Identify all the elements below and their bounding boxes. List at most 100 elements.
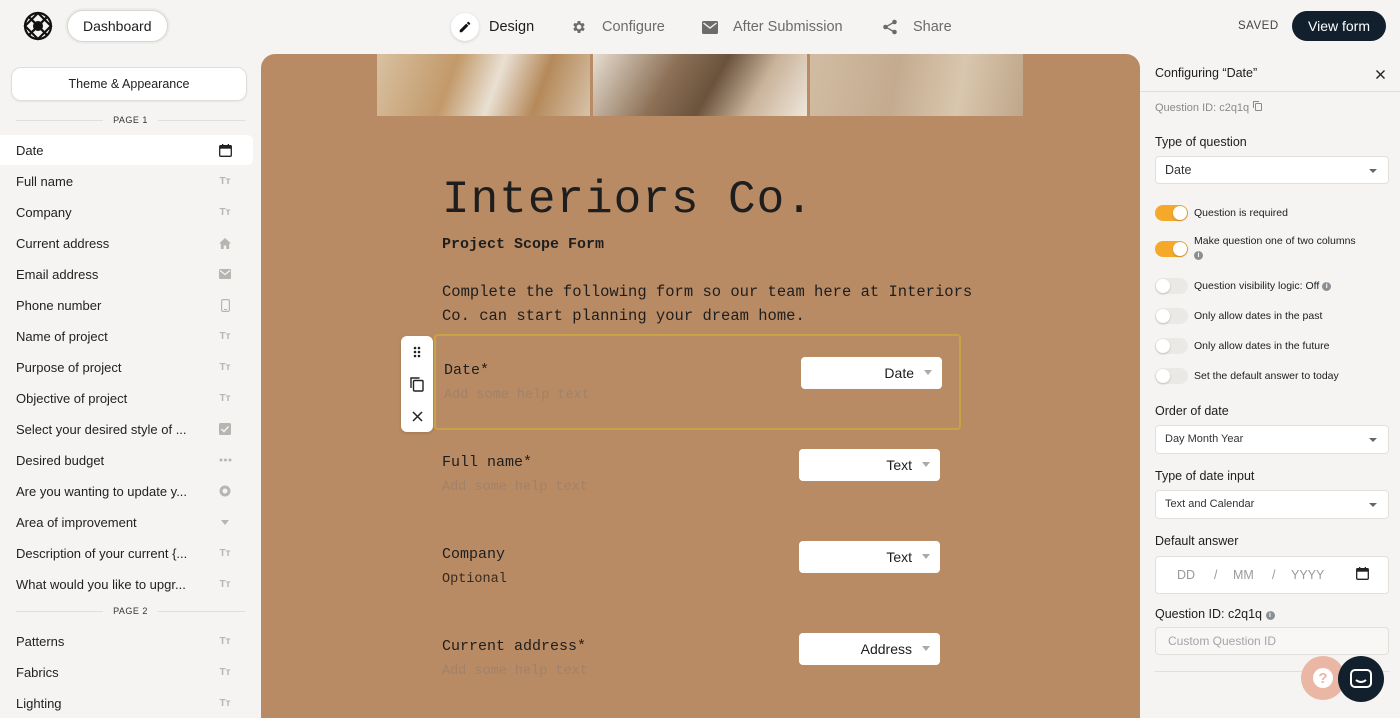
date-input-type-select[interactable]: Text and Calendar <box>1155 490 1389 519</box>
toggle-two-columns[interactable]: Make question one of two columns i <box>1155 234 1384 262</box>
order-of-date-select[interactable]: Day Month Year <box>1155 425 1389 454</box>
toggle-future-dates[interactable]: Only allow dates in the future <box>1155 338 1384 354</box>
month-field[interactable]: MM <box>1233 568 1254 582</box>
form-subtitle[interactable]: Project Scope Form <box>442 236 604 253</box>
question-toolbox <box>401 336 433 432</box>
sidebar-item-objective-of-project[interactable]: Objective of project Tт <box>0 383 253 413</box>
sidebar-item-lighting[interactable]: Lighting Tт <box>0 688 253 718</box>
chat-icon <box>1350 669 1372 688</box>
banner-photo-1 <box>377 54 591 116</box>
banner-image[interactable] <box>377 54 1023 116</box>
info-icon[interactable]: i <box>1322 282 1332 291</box>
question-full-name[interactable]: Full name* Add some help text Text <box>434 428 961 524</box>
info-icon[interactable]: i <box>1194 251 1203 260</box>
sidebar-item-full-name[interactable]: Full name Tт <box>0 166 253 196</box>
copy-icon[interactable] <box>1253 101 1263 114</box>
question-type-select[interactable]: Address <box>799 633 940 665</box>
dashboard-button[interactable]: Dashboard <box>67 10 168 42</box>
year-field[interactable]: YYYY <box>1291 568 1324 582</box>
sidebar-item-what-to-upgrade[interactable]: What would you like to upgr... Tт <box>0 569 253 599</box>
duplicate-icon[interactable] <box>401 368 433 400</box>
config-title: Configuring “Date” <box>1155 66 1258 80</box>
default-answer-label: Default answer <box>1155 534 1239 548</box>
toggle-switch[interactable] <box>1155 368 1188 384</box>
text-icon: Tт <box>219 361 231 373</box>
toggle-past-dates[interactable]: Only allow dates in the past <box>1155 308 1384 324</box>
envelope-icon <box>701 18 719 36</box>
info-icon[interactable]: i <box>1265 611 1275 620</box>
question-mark-icon: ? <box>1313 668 1333 688</box>
toggle-switch[interactable] <box>1155 338 1188 354</box>
sidebar-item-date[interactable]: Date <box>0 135 253 165</box>
question-label[interactable]: Full name* <box>442 454 532 471</box>
text-icon: Tт <box>219 206 231 218</box>
close-icon[interactable] <box>401 400 433 432</box>
calendar-icon <box>218 143 232 157</box>
tab-after-submission[interactable]: After Submission <box>701 12 843 42</box>
view-form-button[interactable]: View form <box>1292 11 1386 41</box>
question-id-top: Question ID: c2q1q <box>1155 101 1263 114</box>
question-sidebar: Theme & Appearance PAGE 1 Date Full name… <box>0 54 261 718</box>
toggle-switch[interactable] <box>1155 308 1188 324</box>
question-type-select[interactable]: Date <box>801 357 942 389</box>
sidebar-item-desired-budget[interactable]: Desired budget <box>0 445 253 475</box>
page-1-label: PAGE 1 <box>0 115 257 125</box>
question-label[interactable]: Current address* <box>442 638 586 655</box>
question-help-text[interactable]: Add some help text <box>442 480 588 495</box>
text-icon: Tт <box>219 175 231 187</box>
question-label[interactable]: Date* <box>444 362 489 379</box>
type-of-question-label: Type of question <box>1155 135 1247 149</box>
sidebar-item-name-of-project[interactable]: Name of project Tт <box>0 321 253 351</box>
form-title[interactable]: Interiors Co. <box>442 174 814 226</box>
form-description[interactable]: Complete the following form so our team … <box>442 281 982 328</box>
logo-icon[interactable] <box>22 10 54 42</box>
default-answer-date-input[interactable]: DD / MM / YYYY <box>1155 556 1389 594</box>
calendar-icon[interactable] <box>1356 567 1369 583</box>
toggle-switch[interactable] <box>1155 278 1188 294</box>
close-icon[interactable] <box>1376 66 1385 82</box>
banner-photo-2 <box>593 54 807 116</box>
question-date[interactable]: Date* Add some help text Date <box>434 334 961 430</box>
text-icon: Tт <box>219 666 231 678</box>
question-type-select[interactable]: Text <box>799 541 940 573</box>
theme-appearance-button[interactable]: Theme & Appearance <box>11 67 247 101</box>
sidebar-item-company[interactable]: Company Tт <box>0 197 253 227</box>
drag-handle-icon[interactable] <box>401 336 433 368</box>
sidebar-item-current-address[interactable]: Current address <box>0 228 253 258</box>
sidebar-item-patterns[interactable]: Patterns Tт <box>0 626 253 656</box>
toggle-required[interactable]: Question is required <box>1155 205 1384 221</box>
tab-label: After Submission <box>733 19 843 35</box>
sidebar-item-purpose-of-project[interactable]: Purpose of project Tт <box>0 352 253 382</box>
question-help-text[interactable]: Add some help text <box>444 388 590 403</box>
pencil-icon <box>451 13 479 41</box>
toggle-default-today[interactable]: Set the default answer to today <box>1155 368 1384 384</box>
sidebar-item-phone[interactable]: Phone number <box>0 290 253 320</box>
sidebar-item-desired-style[interactable]: Select your desired style of ... <box>0 414 253 444</box>
question-help-text[interactable]: Add some help text <box>442 664 588 679</box>
sidebar-item-area-of-improvement[interactable]: Area of improvement <box>0 507 253 537</box>
tab-label: Share <box>913 19 952 35</box>
toggle-switch[interactable] <box>1155 205 1188 221</box>
text-icon: Tт <box>219 697 231 709</box>
tab-design[interactable]: Design <box>451 12 534 42</box>
day-field[interactable]: DD <box>1177 568 1195 582</box>
question-current-address[interactable]: Current address* Add some help text Addr… <box>434 612 961 708</box>
text-icon: Tт <box>219 330 231 342</box>
sidebar-item-fabrics[interactable]: Fabrics Tт <box>0 657 253 687</box>
custom-question-id-input[interactable]: Custom Question ID <box>1155 627 1389 655</box>
tab-configure[interactable]: Configure <box>570 12 665 42</box>
tab-share[interactable]: Share <box>881 12 952 42</box>
toggle-switch[interactable] <box>1155 241 1188 257</box>
question-company[interactable]: Company Optional Text <box>434 520 961 616</box>
config-header: Configuring “Date” <box>1140 54 1400 92</box>
question-help-text[interactable]: Optional <box>442 572 507 587</box>
toggle-visibility-logic[interactable]: Question visibility logic: Off i <box>1155 278 1384 294</box>
order-of-date-label: Order of date <box>1155 404 1229 418</box>
sidebar-item-email[interactable]: Email address <box>0 259 253 289</box>
sidebar-item-wanting-to-update[interactable]: Are you wanting to update y... <box>0 476 253 506</box>
type-of-question-select[interactable]: Date <box>1155 156 1389 184</box>
question-label[interactable]: Company <box>442 546 505 563</box>
chat-button[interactable] <box>1338 656 1384 702</box>
sidebar-item-description-current[interactable]: Description of your current {... Tт <box>0 538 253 568</box>
question-type-select[interactable]: Text <box>799 449 940 481</box>
